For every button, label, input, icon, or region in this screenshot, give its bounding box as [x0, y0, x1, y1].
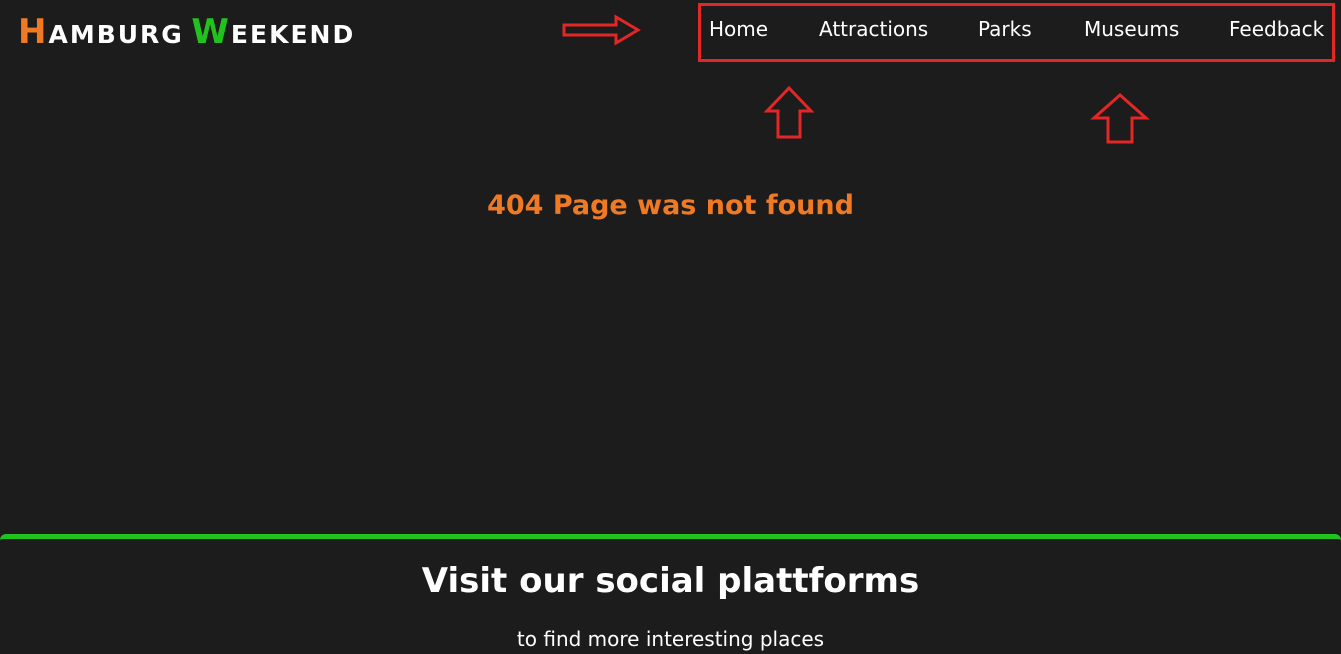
page: HAMBURG WEEKEND Home Attractions Parks M…: [0, 0, 1341, 654]
nav-highlight-box: [698, 3, 1335, 62]
up-arrow-icon: [1090, 92, 1150, 144]
logo-initial-w: W: [191, 12, 231, 52]
right-arrow-icon: [562, 14, 641, 46]
logo-word-amburg: AMBURG: [48, 20, 184, 49]
site-logo[interactable]: HAMBURG WEEKEND: [18, 12, 355, 52]
up-arrow-icon: [763, 85, 815, 139]
error-message: 404 Page was not found: [487, 190, 854, 221]
logo-word-eekend: EEKEND: [230, 20, 356, 49]
footer: Visit our social plattforms to find more…: [0, 534, 1341, 654]
footer-title: Visit our social plattforms: [421, 561, 920, 601]
logo-initial-h: H: [18, 12, 49, 52]
footer-subtitle: to find more interesting places: [516, 627, 825, 651]
